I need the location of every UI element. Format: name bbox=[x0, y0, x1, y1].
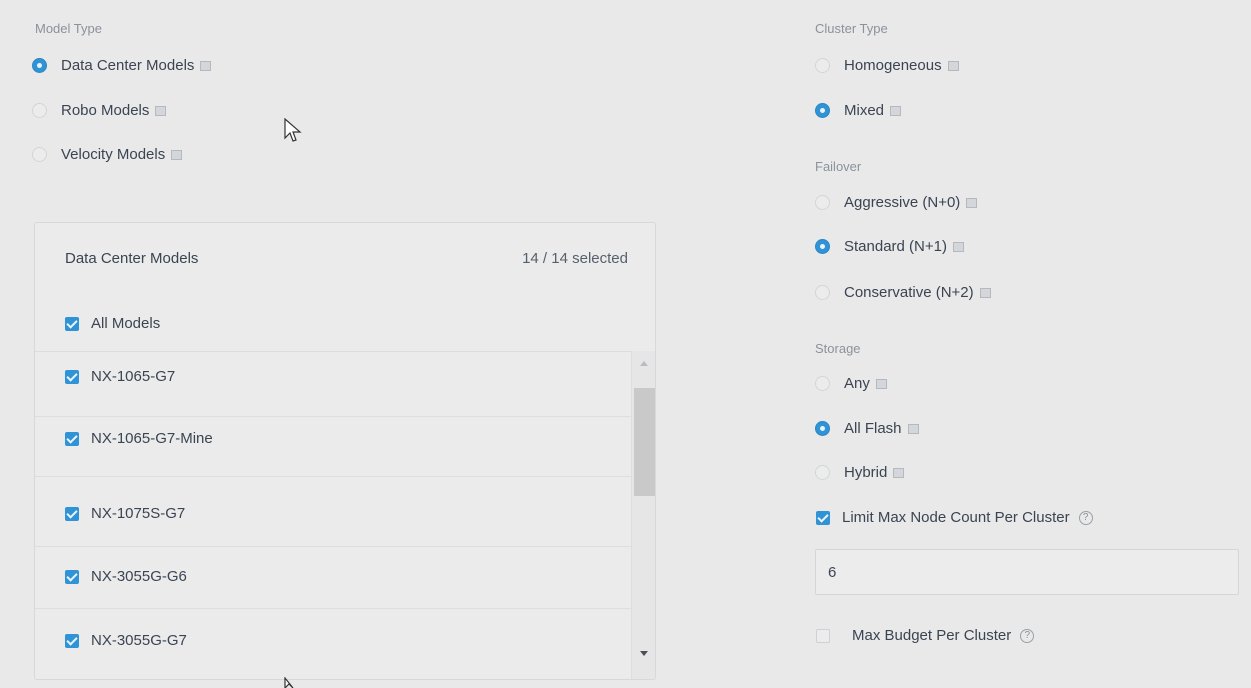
checkbox-label: Limit Max Node Count Per Cluster bbox=[842, 509, 1070, 526]
info-icon[interactable] bbox=[952, 241, 964, 252]
radio-label: Mixed bbox=[844, 102, 885, 119]
info-icon[interactable] bbox=[966, 197, 978, 208]
model-name: NX-3055G-G6 bbox=[91, 568, 187, 585]
radio-homogeneous[interactable]: Homogeneous bbox=[815, 57, 959, 74]
radio-label: All Flash bbox=[844, 420, 902, 437]
divider bbox=[35, 476, 631, 477]
radio-any[interactable]: Any bbox=[815, 375, 887, 392]
model-name: NX-1075S-G7 bbox=[91, 505, 186, 522]
list-item[interactable]: NX-3055G-G6 bbox=[35, 568, 631, 585]
radio-unselected-icon[interactable] bbox=[32, 147, 47, 162]
selected-count: 14 / 14 selected bbox=[522, 250, 628, 267]
radio-hybrid[interactable]: Hybrid bbox=[815, 464, 905, 481]
max-node-count-input[interactable] bbox=[816, 550, 1238, 594]
radio-all-flash[interactable]: All Flash bbox=[815, 420, 919, 437]
radio-label: Standard (N+1) bbox=[844, 238, 947, 255]
radio-selected-icon[interactable] bbox=[815, 239, 830, 254]
info-icon[interactable] bbox=[200, 60, 212, 71]
checkbox-checked-icon[interactable] bbox=[65, 569, 79, 584]
divider bbox=[35, 416, 631, 417]
model-name: NX-1065-G7-Mine bbox=[91, 430, 213, 447]
info-icon[interactable] bbox=[155, 105, 167, 116]
radio-aggressive[interactable]: Aggressive (N+0) bbox=[815, 194, 978, 211]
scroll-up-icon[interactable] bbox=[640, 361, 648, 366]
radio-label: Velocity Models bbox=[61, 146, 166, 163]
radio-selected-icon[interactable] bbox=[32, 58, 47, 73]
radio-unselected-icon[interactable] bbox=[815, 376, 830, 391]
failover-label: Failover bbox=[815, 159, 862, 174]
cluster-type-label: Cluster Type bbox=[815, 21, 888, 36]
limit-node-count-checkbox[interactable]: Limit Max Node Count Per Cluster ? bbox=[816, 509, 1093, 526]
radio-unselected-icon[interactable] bbox=[815, 465, 830, 480]
checkbox-checked-icon[interactable] bbox=[65, 369, 79, 384]
info-icon[interactable] bbox=[979, 287, 991, 298]
radio-conservative[interactable]: Conservative (N+2) bbox=[815, 284, 991, 301]
max-budget-checkbox[interactable]: Max Budget Per Cluster ? bbox=[816, 627, 1035, 644]
checkbox-label: All Models bbox=[91, 315, 161, 332]
info-icon[interactable] bbox=[947, 60, 959, 71]
radio-label: Any bbox=[844, 375, 870, 392]
checkbox-checked-icon[interactable] bbox=[65, 633, 79, 648]
model-name: NX-3055G-G7 bbox=[91, 632, 187, 649]
models-list: NX-1065-G7 NX-1065-G7-Mine NX-1075S-G7 N… bbox=[35, 351, 631, 679]
radio-data-center-models[interactable]: Data Center Models bbox=[32, 57, 212, 74]
info-icon[interactable] bbox=[890, 105, 902, 116]
all-models-checkbox[interactable]: All Models bbox=[65, 315, 160, 332]
storage-label: Storage bbox=[815, 341, 861, 356]
radio-velocity-models[interactable]: Velocity Models bbox=[32, 146, 183, 163]
radio-label: Aggressive (N+0) bbox=[844, 194, 961, 211]
list-item[interactable]: NX-1065-G7-Mine bbox=[35, 430, 631, 447]
mouse-cursor-icon bbox=[284, 677, 294, 688]
model-name: NX-1065-G7 bbox=[91, 368, 176, 385]
radio-standard[interactable]: Standard (N+1) bbox=[815, 238, 964, 255]
radio-mixed[interactable]: Mixed bbox=[815, 102, 902, 119]
info-icon[interactable] bbox=[893, 467, 905, 478]
max-node-count-field[interactable] bbox=[815, 549, 1239, 595]
radio-label: Homogeneous bbox=[844, 57, 942, 74]
info-icon[interactable] bbox=[875, 378, 887, 389]
checkbox-label: Max Budget Per Cluster bbox=[852, 627, 1012, 644]
checkbox-checked-icon[interactable] bbox=[65, 506, 79, 521]
radio-unselected-icon[interactable] bbox=[32, 103, 47, 118]
radio-selected-icon[interactable] bbox=[815, 103, 830, 118]
info-icon[interactable] bbox=[907, 423, 919, 434]
mouse-cursor-icon bbox=[284, 118, 302, 142]
radio-unselected-icon[interactable] bbox=[815, 195, 830, 210]
list-scrollbar[interactable] bbox=[631, 351, 655, 679]
radio-label: Conservative (N+2) bbox=[844, 284, 974, 301]
divider bbox=[35, 608, 631, 609]
scrollbar-thumb[interactable] bbox=[634, 388, 655, 496]
list-item[interactable]: NX-3055G-G7 bbox=[35, 632, 631, 649]
divider bbox=[35, 546, 631, 547]
panel-title: Data Center Models bbox=[65, 250, 199, 267]
radio-selected-icon[interactable] bbox=[815, 421, 830, 436]
radio-label: Hybrid bbox=[844, 464, 888, 481]
radio-label: Data Center Models bbox=[61, 57, 195, 74]
scroll-down-icon[interactable] bbox=[640, 651, 648, 656]
radio-unselected-icon[interactable] bbox=[815, 285, 830, 300]
models-panel: Data Center Models 14 / 14 selected All … bbox=[34, 222, 656, 680]
radio-label: Robo Models bbox=[61, 102, 150, 119]
radio-robo-models[interactable]: Robo Models bbox=[32, 102, 167, 119]
checkbox-checked-icon[interactable] bbox=[816, 510, 830, 525]
checkbox-unchecked-icon[interactable] bbox=[816, 628, 830, 643]
checkbox-checked-icon[interactable] bbox=[65, 431, 79, 446]
radio-unselected-icon[interactable] bbox=[815, 58, 830, 73]
info-icon[interactable] bbox=[171, 149, 183, 160]
list-item[interactable]: NX-1065-G7 bbox=[35, 368, 631, 385]
model-type-label: Model Type bbox=[35, 21, 102, 36]
list-item[interactable]: NX-1075S-G7 bbox=[35, 505, 631, 522]
help-icon[interactable]: ? bbox=[1078, 510, 1093, 525]
help-icon[interactable]: ? bbox=[1020, 628, 1035, 643]
checkbox-checked-icon[interactable] bbox=[65, 316, 79, 331]
